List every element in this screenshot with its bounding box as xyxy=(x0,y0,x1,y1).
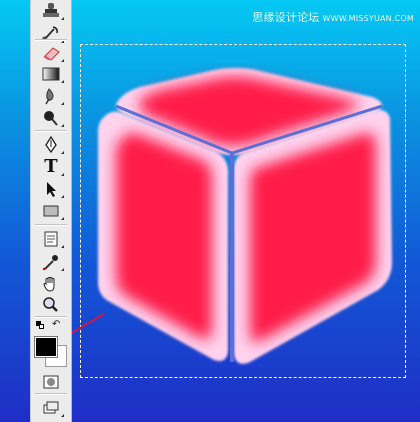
submenu-corner-icon xyxy=(61,102,64,105)
eraser-icon xyxy=(43,47,60,61)
submenu-corner-icon xyxy=(61,59,64,62)
submenu-corner-icon xyxy=(61,414,64,417)
screen-mode-icon xyxy=(43,401,59,414)
eraser-tool[interactable] xyxy=(37,42,65,64)
submenu-corner-icon xyxy=(61,217,64,220)
type-icon: T xyxy=(44,156,58,177)
eyedropper-tool[interactable] xyxy=(37,251,65,273)
rectangle-tool[interactable] xyxy=(37,200,65,222)
hand-tool[interactable] xyxy=(37,273,65,295)
dodge-icon xyxy=(44,111,58,126)
submenu-corner-icon xyxy=(61,17,64,20)
eyedropper-icon xyxy=(42,255,58,271)
swap-colors-icon[interactable]: ↶ xyxy=(52,320,60,330)
zoom-tool[interactable] xyxy=(37,294,65,316)
pen-tool[interactable] xyxy=(37,134,65,156)
submenu-corner-icon xyxy=(61,151,64,154)
type-tool[interactable]: T xyxy=(37,156,65,178)
notes-icon xyxy=(44,231,58,247)
default-colors-icon[interactable] xyxy=(36,321,44,329)
submenu-corner-icon xyxy=(61,245,64,248)
submenu-corner-icon xyxy=(61,195,64,198)
clone-stamp-tool[interactable] xyxy=(37,0,65,22)
dodge-tool[interactable] xyxy=(37,107,65,129)
blur-icon xyxy=(45,88,54,105)
submenu-corner-icon xyxy=(61,173,64,176)
path-selection-tool[interactable] xyxy=(37,178,65,200)
submenu-corner-icon xyxy=(61,124,64,127)
gradient-tool[interactable] xyxy=(37,63,65,85)
rectangle-icon xyxy=(43,205,59,217)
gradient-icon xyxy=(42,67,60,81)
zoom-icon xyxy=(43,297,58,312)
blur-tool[interactable] xyxy=(37,85,65,107)
tools-panel: T ↶ xyxy=(30,0,72,422)
path-selection-icon xyxy=(47,182,56,197)
screen-mode-button[interactable] xyxy=(37,397,65,419)
notes-tool[interactable] xyxy=(37,228,65,250)
hand-icon xyxy=(43,277,55,292)
quick-mask-icon xyxy=(43,375,59,389)
pen-icon xyxy=(45,136,57,154)
submenu-corner-icon xyxy=(61,80,64,83)
quick-mask-button[interactable] xyxy=(37,371,65,393)
submenu-corner-icon xyxy=(61,268,64,271)
foreground-color-swatch[interactable] xyxy=(34,336,58,358)
stamp-icon xyxy=(43,3,59,17)
